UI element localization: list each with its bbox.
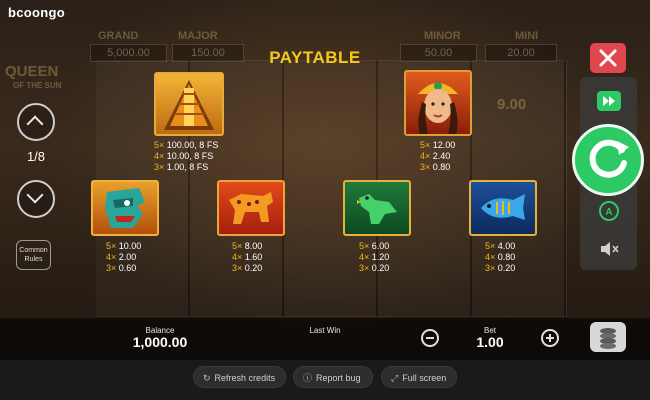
symbol-warrior-mask: [91, 180, 159, 236]
brand-logo: bcoongo: [8, 5, 65, 20]
refresh-icon: ↻: [203, 373, 211, 383]
jackpot-minor-label: MINOR: [424, 30, 461, 42]
fish-icon: [481, 194, 525, 220]
bet-increase-button[interactable]: [541, 329, 559, 347]
warrior-mask-pays: 5× 10.00 4× 2.00 3× 0.60: [106, 241, 142, 273]
autoplay-icon: A: [599, 201, 619, 221]
close-icon: [599, 49, 617, 67]
report-bug-button[interactable]: ⓘ Report bug: [293, 366, 373, 388]
page-up-button[interactable]: [17, 103, 55, 141]
bird-icon: [357, 194, 397, 224]
expand-icon: ⤢: [391, 373, 399, 383]
jackpot-mini-label: MINI: [515, 30, 539, 42]
coin-stack-icon: [600, 328, 616, 349]
symbol-jaguar: [217, 180, 285, 236]
fast-forward-icon: [597, 91, 621, 111]
chevron-down-icon: [26, 186, 44, 204]
pyramid-pays: 5× 100.00, 8 FS 4× 10.00, 8 FS 3× 1.00, …: [154, 140, 219, 172]
plus-icon: [546, 334, 554, 342]
sound-button[interactable]: [596, 236, 622, 262]
full-screen-button[interactable]: ⤢ Full screen: [381, 366, 457, 388]
game-title-line2: OF THE SUN: [13, 81, 62, 90]
bird-pays: 5× 6.00 4× 1.20 3× 0.20: [359, 241, 390, 273]
chevron-up-icon: [26, 115, 44, 133]
full-screen-label: Full screen: [402, 373, 447, 383]
spin-arrow-icon: [589, 139, 629, 178]
queen-pays: 5× 12.00 4× 2.40 3× 0.80: [420, 140, 456, 172]
bet-value: 1.00: [476, 334, 504, 350]
turbo-button[interactable]: [596, 88, 622, 114]
speaker-mute-icon: [601, 242, 619, 256]
bet-settings-button[interactable]: [590, 322, 626, 352]
jackpot-grand-label: GRAND: [98, 30, 139, 42]
report-bug-label: Report bug: [316, 373, 361, 383]
last-win-label: Last Win: [309, 326, 341, 335]
balance-value: 1,000.00: [132, 334, 188, 350]
autoplay-button[interactable]: A: [596, 198, 622, 224]
refresh-credits-label: Refresh credits: [214, 373, 276, 383]
pyramid-icon: [164, 80, 214, 130]
symbol-fish: [469, 180, 537, 236]
jaguar-icon: [229, 192, 273, 224]
svg-text:A: A: [605, 207, 612, 218]
paytable-title: PAYTABLE: [269, 48, 361, 67]
bet-decrease-button[interactable]: [421, 329, 439, 347]
queen-icon: [418, 82, 458, 134]
page-down-button[interactable]: [17, 180, 55, 218]
jaguar-pays: 5× 8.00 4× 1.60 3× 0.20: [232, 241, 263, 273]
jackpot-major-label: MAJOR: [178, 30, 218, 42]
fish-pays: 5× 4.00 4× 0.80 3× 0.20: [485, 241, 516, 273]
symbol-bird: [343, 180, 411, 236]
info-icon: ⓘ: [303, 373, 313, 383]
symbol-queen: [404, 70, 472, 136]
common-rules-button[interactable]: Common Rules: [16, 240, 51, 270]
warrior-mask-icon: [105, 188, 145, 228]
refresh-credits-button[interactable]: ↻ Refresh credits: [193, 366, 286, 388]
background-ghost-value: 9.00: [497, 96, 527, 113]
page-indicator: 1/8: [26, 149, 46, 164]
spin-button[interactable]: [572, 124, 644, 196]
close-button[interactable]: [590, 43, 626, 73]
symbol-pyramid: [154, 72, 224, 136]
minus-icon: [426, 337, 434, 339]
